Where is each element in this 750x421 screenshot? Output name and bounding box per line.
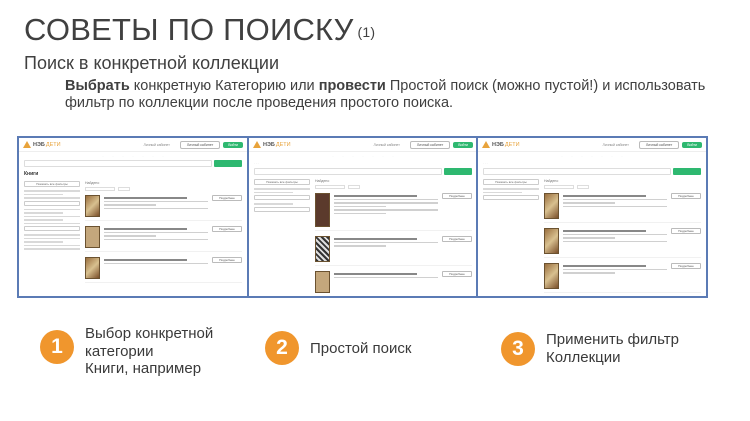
logo-triangle-icon bbox=[23, 141, 31, 148]
show-filters-button: Показать все фильтры bbox=[483, 179, 539, 185]
screenshot-simple-search: НЭБ ДЕТИ Личный кабинет Личный кабинет Во… bbox=[247, 136, 479, 298]
breadcrumb: · · · bbox=[254, 161, 259, 165]
result-item: Подробнее bbox=[315, 271, 472, 296]
result-item: Подробнее bbox=[85, 195, 242, 221]
header-cabinet-button: Личный кабинет bbox=[638, 140, 680, 149]
header-login-button: Войти bbox=[223, 141, 243, 148]
logo-suffix: ДЕТИ bbox=[275, 141, 291, 148]
show-filters-button: Показать все фильтры bbox=[254, 179, 310, 185]
details-button: Подробнее bbox=[442, 236, 472, 242]
step-number-badge: 3 bbox=[501, 332, 535, 366]
step-1: 1 Выбор конкретной категории Книги, напр… bbox=[40, 325, 213, 378]
instruction-bold-select: Выбрать bbox=[65, 78, 130, 94]
results-list: Найдено Подробнее Подробнее Подробнее bbox=[315, 179, 472, 296]
details-button: Подробнее bbox=[212, 226, 242, 232]
result-item: Подробнее bbox=[315, 193, 472, 231]
slide-title-text: СОВЕТЫ ПО ПОИСКУ bbox=[24, 12, 354, 47]
header-link: Личный кабинет bbox=[602, 142, 629, 147]
step-2: 2 Простой поиск bbox=[265, 331, 411, 365]
instruction-part-1: конкретную Категорию или bbox=[129, 78, 319, 94]
results-count: Найдено bbox=[544, 179, 559, 183]
show-filters-button: Показать все фильтры bbox=[24, 181, 80, 187]
logo-text: НЭБ bbox=[263, 141, 275, 148]
details-button: Подробнее bbox=[442, 271, 472, 277]
result-item: Подробнее bbox=[85, 257, 242, 283]
screenshot-collection-filter: НЭБ ДЕТИ Личный кабинет Личный кабинет Во… bbox=[476, 136, 708, 298]
book-cover bbox=[85, 226, 100, 248]
step-2-label: Простой поиск bbox=[310, 340, 411, 358]
details-button: Подробнее bbox=[671, 193, 701, 199]
logo-text: НЭБ bbox=[492, 141, 504, 148]
mini-search-bar bbox=[24, 160, 242, 167]
step-number-badge: 2 bbox=[265, 331, 299, 365]
book-cover bbox=[85, 195, 100, 217]
filter-sidebar: Показать все фильтры bbox=[24, 181, 80, 288]
book-cover bbox=[315, 236, 330, 262]
header-link: Личный кабинет bbox=[143, 142, 170, 147]
neb-logo: НЭБ ДЕТИ bbox=[253, 141, 291, 148]
mini-header: НЭБ ДЕТИ Личный кабинет Личный кабинет Во… bbox=[19, 138, 247, 152]
book-cover bbox=[544, 228, 559, 254]
header-login-button: Войти bbox=[682, 141, 702, 148]
result-item: Подробнее bbox=[544, 228, 701, 258]
slide-title: СОВЕТЫ ПО ПОИСКУ (1) bbox=[24, 12, 375, 48]
filter-sidebar: Показать все фильтры bbox=[254, 179, 310, 296]
book-cover bbox=[315, 271, 330, 293]
details-button: Подробнее bbox=[212, 195, 242, 201]
step-2-line-1: Простой поиск bbox=[310, 340, 412, 357]
step-1-label: Выбор конкретной категории Книги, наприм… bbox=[85, 325, 213, 378]
instruction-bold-perform: провести bbox=[318, 78, 386, 94]
header-cabinet-button: Личный кабинет bbox=[179, 140, 221, 149]
slide-subtitle: Поиск в конкретной коллекции bbox=[24, 53, 280, 73]
mini-header: НЭБ ДЕТИ Личный кабинет Личный кабинет Во… bbox=[249, 138, 477, 152]
logo-text: НЭБ bbox=[33, 141, 45, 148]
logo-triangle-icon bbox=[482, 141, 490, 148]
results-list: Найдено Подробнее Подробнее Подробнее bbox=[544, 179, 701, 296]
step-3-line-2: Коллекции bbox=[546, 348, 621, 366]
book-cover bbox=[544, 263, 559, 289]
mini-header: НЭБ ДЕТИ Личный кабинет Личный кабинет Во… bbox=[478, 138, 706, 152]
result-item: Подробнее bbox=[85, 226, 242, 252]
category-heading: Книги bbox=[24, 171, 39, 177]
book-cover bbox=[85, 257, 100, 279]
logo-suffix: ДЕТИ bbox=[45, 141, 61, 148]
header-link: Личный кабинет bbox=[373, 142, 400, 147]
mini-nav: · · · · · · · bbox=[332, 153, 394, 158]
result-item: Подробнее bbox=[544, 193, 701, 223]
results-count: Найдено bbox=[85, 181, 100, 185]
results-list: Найдено Подробнее Подробнее Подробнее bbox=[85, 181, 242, 288]
neb-logo: НЭБ ДЕТИ bbox=[23, 141, 61, 148]
header-cabinet-button: Личный кабинет bbox=[409, 140, 451, 149]
breadcrumb: · · · bbox=[483, 161, 488, 165]
details-button: Подробнее bbox=[671, 228, 701, 234]
slide-title-number: (1) bbox=[357, 23, 376, 40]
mini-search-bar bbox=[483, 168, 701, 175]
filter-sidebar: Показать все фильтры bbox=[483, 179, 539, 296]
screenshot-category-books: НЭБ ДЕТИ Личный кабинет Личный кабинет Во… bbox=[17, 136, 249, 298]
neb-logo: НЭБ ДЕТИ bbox=[482, 141, 520, 148]
step-1-line-3: Книги, например bbox=[85, 360, 202, 377]
mini-search-bar bbox=[254, 168, 472, 175]
results-count: Найдено bbox=[315, 179, 330, 183]
step-1-line-1: Выбор конкретной bbox=[85, 325, 214, 342]
mini-nav: · · · · · · · bbox=[102, 153, 164, 158]
step-3-line-1: Применить фильтр bbox=[546, 331, 680, 348]
step-3: 3 Применить фильтр Коллекции bbox=[501, 331, 679, 366]
step-number-badge: 1 bbox=[40, 330, 74, 364]
details-button: Подробнее bbox=[671, 263, 701, 269]
result-item: Подробнее bbox=[315, 236, 472, 266]
result-item: Подробнее bbox=[544, 263, 701, 293]
header-login-button: Войти bbox=[453, 141, 473, 148]
details-button: Подробнее bbox=[212, 257, 242, 263]
instruction-text: Выбрать конкретную Категорию или провест… bbox=[65, 78, 725, 112]
book-cover bbox=[544, 193, 559, 219]
mini-nav: · · · · · · · bbox=[561, 153, 623, 158]
step-3-label: Применить фильтр Коллекции bbox=[546, 331, 679, 366]
logo-triangle-icon bbox=[253, 141, 261, 148]
logo-suffix: ДЕТИ bbox=[504, 141, 520, 148]
book-cover bbox=[315, 193, 330, 227]
details-button: Подробнее bbox=[442, 193, 472, 199]
step-1-line-2: категории bbox=[85, 342, 154, 360]
